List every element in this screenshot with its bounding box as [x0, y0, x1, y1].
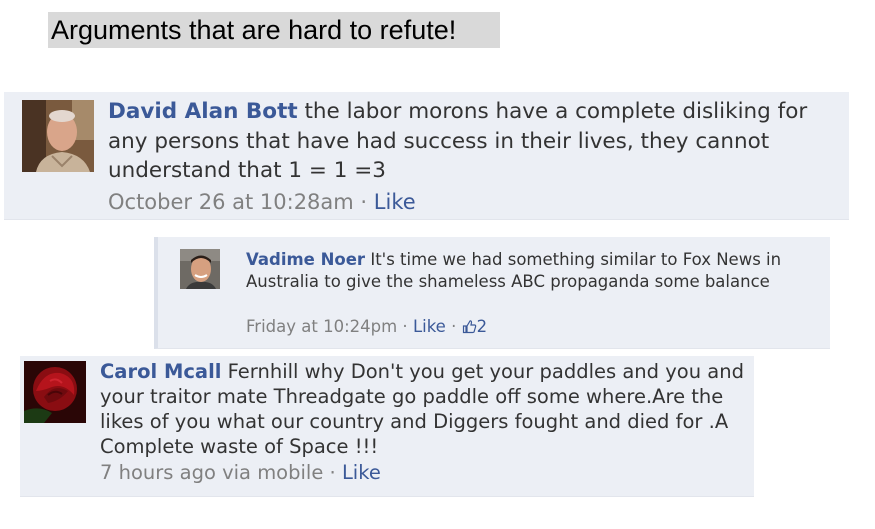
red-rose-icon: [24, 361, 86, 423]
profile-photo-icon: [180, 249, 220, 289]
author-link[interactable]: David Alan Bott: [108, 99, 298, 124]
timestamp[interactable]: 7 hours ago via mobile: [100, 461, 323, 484]
comment-meta: October 26 at 10:28am · Like: [108, 188, 416, 216]
like-link[interactable]: Like: [413, 317, 446, 336]
author-link[interactable]: Vadime Noer: [246, 250, 365, 269]
timestamp[interactable]: October 26 at 10:28am: [108, 190, 354, 214]
comment-meta: 7 hours ago via mobile · Like: [100, 460, 381, 485]
author-link[interactable]: Carol Mcall: [100, 360, 221, 383]
comment-item: David Alan Bott the labor morons have a …: [4, 92, 849, 220]
profile-photo-icon: [22, 100, 94, 172]
separator: ·: [397, 317, 413, 336]
thumbs-up-icon: [462, 320, 476, 334]
like-link[interactable]: Like: [374, 190, 416, 214]
comment-body: Vadime Noer It's time we had something s…: [246, 249, 816, 293]
like-count-value: 2: [476, 317, 488, 336]
timestamp[interactable]: Friday at 10:24pm: [246, 317, 397, 336]
separator: ·: [353, 190, 374, 214]
separator: ·: [323, 461, 342, 484]
avatar[interactable]: [24, 361, 86, 423]
comment-item: Carol Mcall Fernhill why Don't you get y…: [20, 356, 754, 497]
avatar[interactable]: [22, 100, 94, 172]
like-count[interactable]: 2: [462, 317, 488, 336]
avatar[interactable]: [180, 249, 220, 289]
comment-item: Vadime Noer It's time we had something s…: [154, 237, 830, 349]
page-title: Arguments that are hard to refute!: [48, 12, 500, 48]
comment-body: Carol Mcall Fernhill why Don't you get y…: [100, 359, 750, 459]
comment-meta: Friday at 10:24pm · Like · 2: [246, 316, 487, 338]
separator: ·: [445, 317, 462, 336]
comment-body: David Alan Bott the labor morons have a …: [108, 97, 838, 186]
like-link[interactable]: Like: [342, 461, 381, 484]
